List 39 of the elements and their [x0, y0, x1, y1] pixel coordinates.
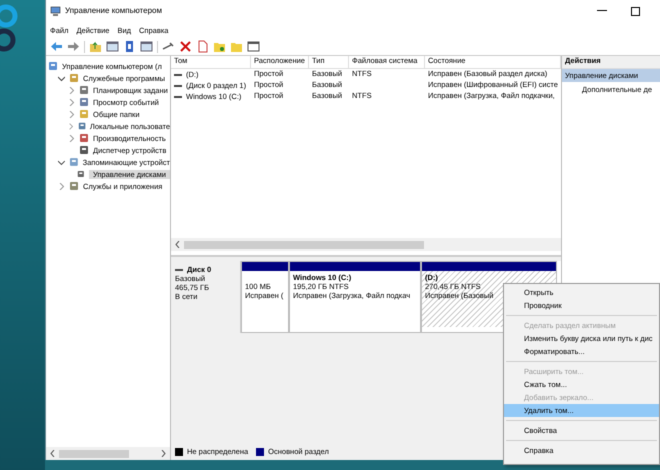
panel-icon[interactable]: [106, 40, 119, 53]
expanded-caret-icon[interactable]: [58, 74, 65, 82]
partition-header-bar: [242, 262, 288, 271]
tree-node-icon: [48, 61, 58, 71]
tree-node-icon: [79, 109, 89, 119]
folder-up-icon[interactable]: [89, 40, 102, 53]
tree-node-icon: [68, 157, 79, 167]
tree-node-icon: [69, 181, 79, 191]
collapsed-caret-icon[interactable]: [68, 134, 75, 142]
scrollbar-thumb[interactable]: [184, 240, 424, 248]
panel-icon[interactable]: [140, 40, 153, 53]
minimize-icon[interactable]: [597, 10, 607, 12]
expanded-caret-icon[interactable]: [58, 158, 65, 166]
collapsed-caret-icon[interactable]: [68, 86, 75, 94]
tree-node-icon: [79, 97, 89, 107]
maximize-icon[interactable]: [631, 6, 640, 16]
collapsed-caret-icon[interactable]: [68, 110, 75, 118]
help-book-icon[interactable]: [123, 40, 136, 53]
tree-node-icon: [78, 121, 86, 131]
collapsed-caret-icon[interactable]: [68, 122, 74, 130]
collapsed-caret-icon[interactable]: [58, 182, 65, 190]
collapsed-caret-icon[interactable]: [68, 98, 75, 106]
computer-icon: [50, 6, 61, 16]
scroll-left-icon[interactable]: [175, 241, 180, 248]
tree-node-icon: [79, 85, 89, 95]
tree-node-icon: [79, 133, 89, 143]
scroll-left-icon[interactable]: [50, 450, 55, 457]
window-title: Управление компьютером: [65, 6, 162, 16]
document-icon[interactable]: [196, 40, 209, 53]
window-icon[interactable]: [247, 40, 260, 53]
delete-icon[interactable]: [179, 40, 192, 53]
back-arrow-icon[interactable]: [50, 40, 63, 53]
tree-node-icon: [79, 145, 89, 155]
folder-icon[interactable]: [213, 40, 226, 53]
tree-node-icon: [77, 169, 85, 179]
scrollbar-thumb[interactable]: [59, 450, 129, 458]
tree-node-icon: [69, 73, 79, 83]
forward-arrow-icon[interactable]: [67, 40, 80, 53]
scroll-right-icon[interactable]: [161, 450, 166, 457]
